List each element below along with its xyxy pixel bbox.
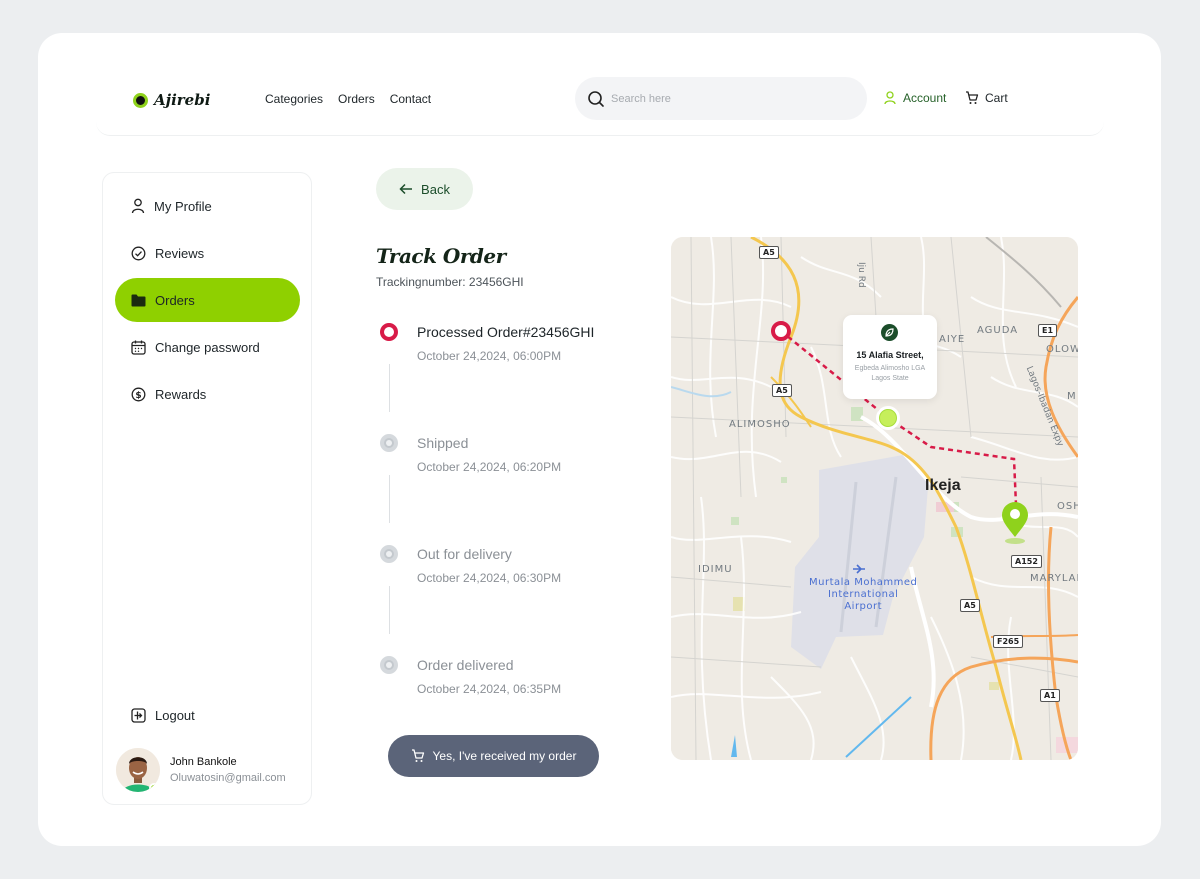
- calendar-icon: [131, 340, 146, 355]
- account-link[interactable]: Account: [884, 91, 946, 105]
- map-label-aiye: AIYE: [939, 334, 966, 345]
- nav-orders[interactable]: Orders: [338, 92, 375, 106]
- user-email: Oluwatosin@gmail.com: [170, 772, 286, 784]
- address-line-2: Egbeda Alimosho LGA: [854, 365, 926, 372]
- road-tag: F265: [993, 635, 1024, 648]
- nav-contact[interactable]: Contact: [390, 92, 431, 106]
- cart-label: Cart: [985, 91, 1008, 105]
- step-date: October 24,2024, 06:00PM: [417, 349, 562, 363]
- user-name: John Bankole: [170, 756, 237, 768]
- step-pending-icon: [380, 656, 398, 674]
- step-date: October 24,2024, 06:20PM: [417, 460, 562, 474]
- road-tag: A5: [759, 246, 779, 259]
- dollar-coin-icon: $: [131, 387, 146, 401]
- step-title: Order delivered: [417, 657, 514, 673]
- confirm-received-button[interactable]: Yes, I've received my order: [388, 735, 599, 777]
- back-label: Back: [421, 181, 450, 197]
- sidebar-item-label: Reviews: [155, 245, 205, 261]
- account-sidebar: My Profile Reviews Orders Change passwor…: [102, 172, 312, 805]
- brand-logo[interactable]: Ajirebi: [133, 91, 210, 109]
- map-label-olowo: OLOWO: [1046, 344, 1078, 355]
- address-line-1: 15 Alafia Street,: [856, 350, 924, 360]
- cart-icon: [411, 749, 424, 762]
- logout-button[interactable]: Logout: [115, 693, 300, 737]
- step-pending-icon: [380, 434, 398, 452]
- sidebar-item-label: Orders: [155, 292, 195, 308]
- sidebar-item-label: Rewards: [155, 386, 207, 402]
- logout-icon: [131, 707, 146, 723]
- page-title: Track Order: [376, 244, 506, 268]
- brand-name: Ajirebi: [154, 91, 211, 109]
- airport-line-2: International: [828, 589, 899, 600]
- road-tag: A152: [1011, 555, 1042, 568]
- address-line-3: Lagos State: [871, 375, 909, 382]
- map-label-osh: OSH: [1057, 501, 1078, 512]
- search-icon: [588, 90, 604, 107]
- map-label-aguda: AGUDA: [977, 325, 1019, 336]
- sidebar-item-label: My Profile: [154, 198, 212, 214]
- step-title: Processed Order#23456GHI: [417, 324, 595, 340]
- arrow-left-icon: [399, 183, 413, 195]
- main-nav: Categories Orders Contact: [265, 92, 431, 106]
- delivery-map[interactable]: ALIMOSHO Ikeja IDIMU AGUDA OLOWO AIYE OS…: [671, 237, 1078, 760]
- step-complete-icon: [380, 323, 398, 341]
- avatar: [116, 748, 160, 792]
- step-date: October 24,2024, 06:30PM: [417, 571, 562, 585]
- logout-label: Logout: [155, 707, 195, 723]
- svg-text:$: $: [135, 390, 141, 400]
- sidebar-item-label: Change password: [155, 339, 260, 355]
- badge-check-icon: [131, 246, 146, 260]
- timeline-connector: [389, 586, 390, 634]
- map-label-iju-rd: Iju Rd: [856, 262, 866, 288]
- step-date: October 24,2024, 06:35PM: [417, 682, 562, 696]
- map-label-airport: Murtala Mohammed International Airport: [809, 577, 917, 613]
- back-button[interactable]: Back: [376, 168, 473, 210]
- road-tag: E1: [1038, 324, 1058, 337]
- road-tag: A1: [1040, 689, 1060, 702]
- road-tag: A5: [960, 599, 980, 612]
- search-input[interactable]: [611, 92, 841, 105]
- airport-line-3: Airport: [844, 601, 883, 612]
- map-label-alimosho: ALIMOSHO: [729, 419, 791, 430]
- airport-line-1: Murtala Mohammed: [809, 577, 918, 588]
- leaf-icon: [881, 324, 898, 341]
- confirm-received-label: Yes, I've received my order: [432, 749, 577, 763]
- sidebar-item-change-password[interactable]: Change password: [115, 325, 300, 369]
- sidebar-item-my-profile[interactable]: My Profile: [115, 184, 300, 228]
- search-bar[interactable]: [575, 77, 867, 120]
- cart-icon: [966, 91, 979, 104]
- user-card[interactable]: John Bankole Oluwatosin@gmail.com: [116, 748, 286, 792]
- map-label-maryland: MARYLAI: [1030, 573, 1078, 584]
- road-tag: A5: [772, 384, 792, 397]
- folder-icon: [131, 294, 146, 306]
- address-popup[interactable]: 15 Alafia Street, Egbeda Alimosho LGA La…: [843, 315, 937, 399]
- cart-link[interactable]: Cart: [965, 91, 1008, 105]
- sidebar-item-reviews[interactable]: Reviews: [115, 231, 300, 275]
- step-title: Out for delivery: [417, 546, 512, 562]
- map-label-m: M: [1067, 391, 1077, 402]
- step-pending-icon: [380, 545, 398, 563]
- map-label-idimu: IDIMU: [698, 564, 733, 575]
- user-icon: [884, 91, 896, 105]
- step-title: Shipped: [417, 435, 469, 451]
- timeline-connector: [389, 364, 390, 412]
- user-icon: [131, 198, 145, 214]
- online-status-indicator: [149, 783, 159, 792]
- timeline-connector: [389, 475, 390, 523]
- sidebar-item-rewards[interactable]: $ Rewards: [115, 372, 300, 416]
- sidebar-item-orders[interactable]: Orders: [115, 278, 300, 322]
- account-label: Account: [903, 91, 947, 105]
- map-label-ikeja: Ikeja: [925, 477, 961, 494]
- logo-mark-icon: [133, 92, 148, 108]
- nav-categories[interactable]: Categories: [265, 92, 323, 106]
- top-header: Ajirebi Categories Orders Contact Accoun…: [96, 60, 1104, 136]
- tracking-number: Trackingnumber: 23456GHI: [376, 275, 524, 289]
- user-info: John Bankole Oluwatosin@gmail.com: [170, 756, 286, 784]
